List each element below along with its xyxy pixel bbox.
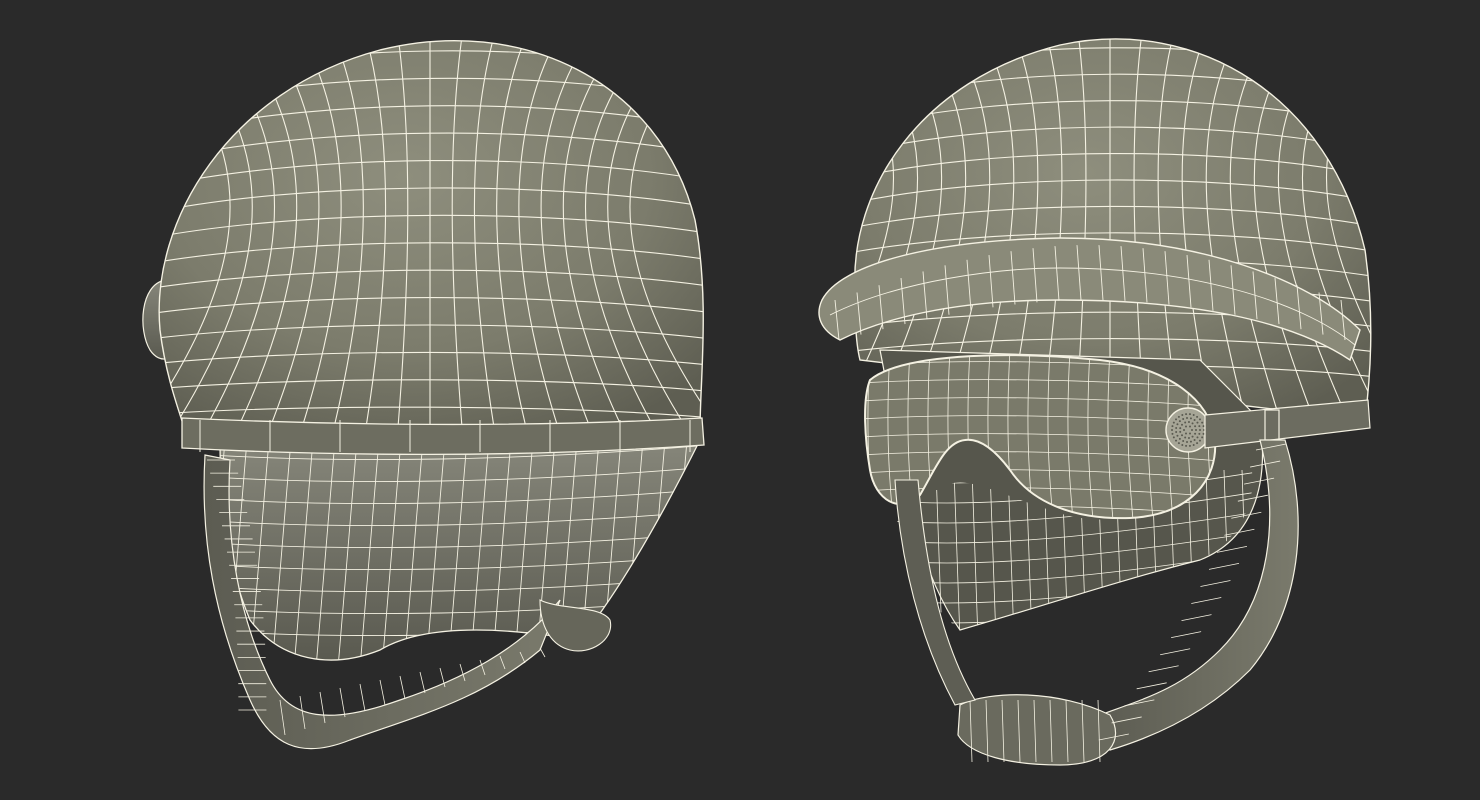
vent-hole [1181, 443, 1184, 446]
vent-hole [1187, 421, 1190, 424]
wireframe-edge [1191, 597, 1222, 604]
vent-hole [1181, 423, 1184, 426]
vent-hole [1198, 425, 1201, 428]
vent-hole [1171, 432, 1174, 435]
vent-hole [1182, 418, 1185, 421]
wireframe-edge [1181, 614, 1212, 621]
vent-hole [1178, 420, 1181, 423]
chin-cup [957, 694, 1117, 766]
wireframe-edge [359, 683, 366, 712]
vent-hole [1189, 440, 1192, 443]
vent-hole [1201, 436, 1204, 439]
vent-hole [1183, 429, 1185, 431]
vent-hole [1175, 439, 1178, 442]
vent-hole [1191, 422, 1194, 425]
vent-hole [1171, 429, 1173, 431]
vent-hole [1172, 421, 1175, 424]
vent-hole [1182, 439, 1185, 442]
vent-hole [1196, 421, 1199, 424]
vent-hole [1185, 413, 1188, 416]
vent-hole [1187, 436, 1190, 439]
vent-hole [1199, 429, 1201, 431]
vent-hole [1176, 423, 1179, 426]
wireframe-edge [419, 671, 426, 694]
vent-hole [1177, 442, 1180, 445]
vent-hole [1172, 436, 1175, 439]
vent-hole [1193, 439, 1196, 442]
wireframe-scene [142, 38, 1372, 766]
vent-hole [1189, 432, 1191, 435]
vent-hole [1175, 427, 1178, 430]
vent-hole [1185, 425, 1187, 428]
vent-hole [1195, 429, 1197, 431]
vent-hole [1196, 436, 1199, 439]
vent-hole [1194, 425, 1197, 428]
vent-hole [1186, 440, 1189, 443]
vent-hole [1196, 415, 1199, 418]
wireframe-edge [1160, 648, 1191, 656]
vent-hole [1202, 425, 1205, 428]
vent-hole [1179, 430, 1182, 433]
vent-hole [1198, 439, 1201, 442]
vent-hole [1181, 414, 1184, 417]
vent-hole [1179, 427, 1182, 430]
vent-hole [1196, 442, 1199, 445]
vent-hole [1189, 417, 1192, 420]
vent-hole [1188, 413, 1191, 416]
vent-hole [1186, 417, 1189, 420]
vent-hole [1185, 432, 1187, 435]
render-viewport [0, 0, 1480, 800]
wireframe-edge [399, 675, 406, 700]
vent-hole [1184, 436, 1187, 439]
vent-hole [1175, 418, 1178, 421]
vent-hole [1194, 432, 1197, 435]
vent-hole [1202, 432, 1205, 435]
wireframe-edge [1148, 665, 1179, 673]
vent-hole [1192, 443, 1195, 446]
helmet-rear-view [142, 39, 705, 750]
vent-hole [1189, 425, 1191, 428]
wireframe-edge [1136, 682, 1167, 690]
vent-hole [1201, 421, 1204, 424]
shell-dome [158, 39, 704, 431]
helmet-front-view-with-goggles [818, 38, 1372, 766]
vent-hole [1178, 437, 1181, 440]
vent-hole [1191, 435, 1194, 438]
vent-hole [1198, 432, 1201, 435]
vent-hole [1184, 421, 1187, 424]
wireframe-edge [1200, 580, 1231, 587]
vent-hole [1185, 444, 1188, 447]
vent-hole [1177, 415, 1180, 418]
vent-hole [1198, 418, 1201, 421]
wireframe-edge [1208, 563, 1240, 570]
vent-hole [1181, 434, 1184, 437]
vent-hole [1175, 430, 1178, 433]
wireframe-edge [539, 647, 546, 658]
wireframe-edge [339, 687, 346, 718]
wireframe-edge [379, 679, 386, 706]
vent-hole [1176, 434, 1179, 437]
vent-hole [1193, 418, 1196, 421]
vent-hole [1191, 429, 1193, 431]
vent-hole [1192, 414, 1195, 417]
vent-hole [1171, 425, 1174, 428]
vent-hole [1188, 444, 1191, 447]
wireframe-edge [1171, 631, 1202, 639]
